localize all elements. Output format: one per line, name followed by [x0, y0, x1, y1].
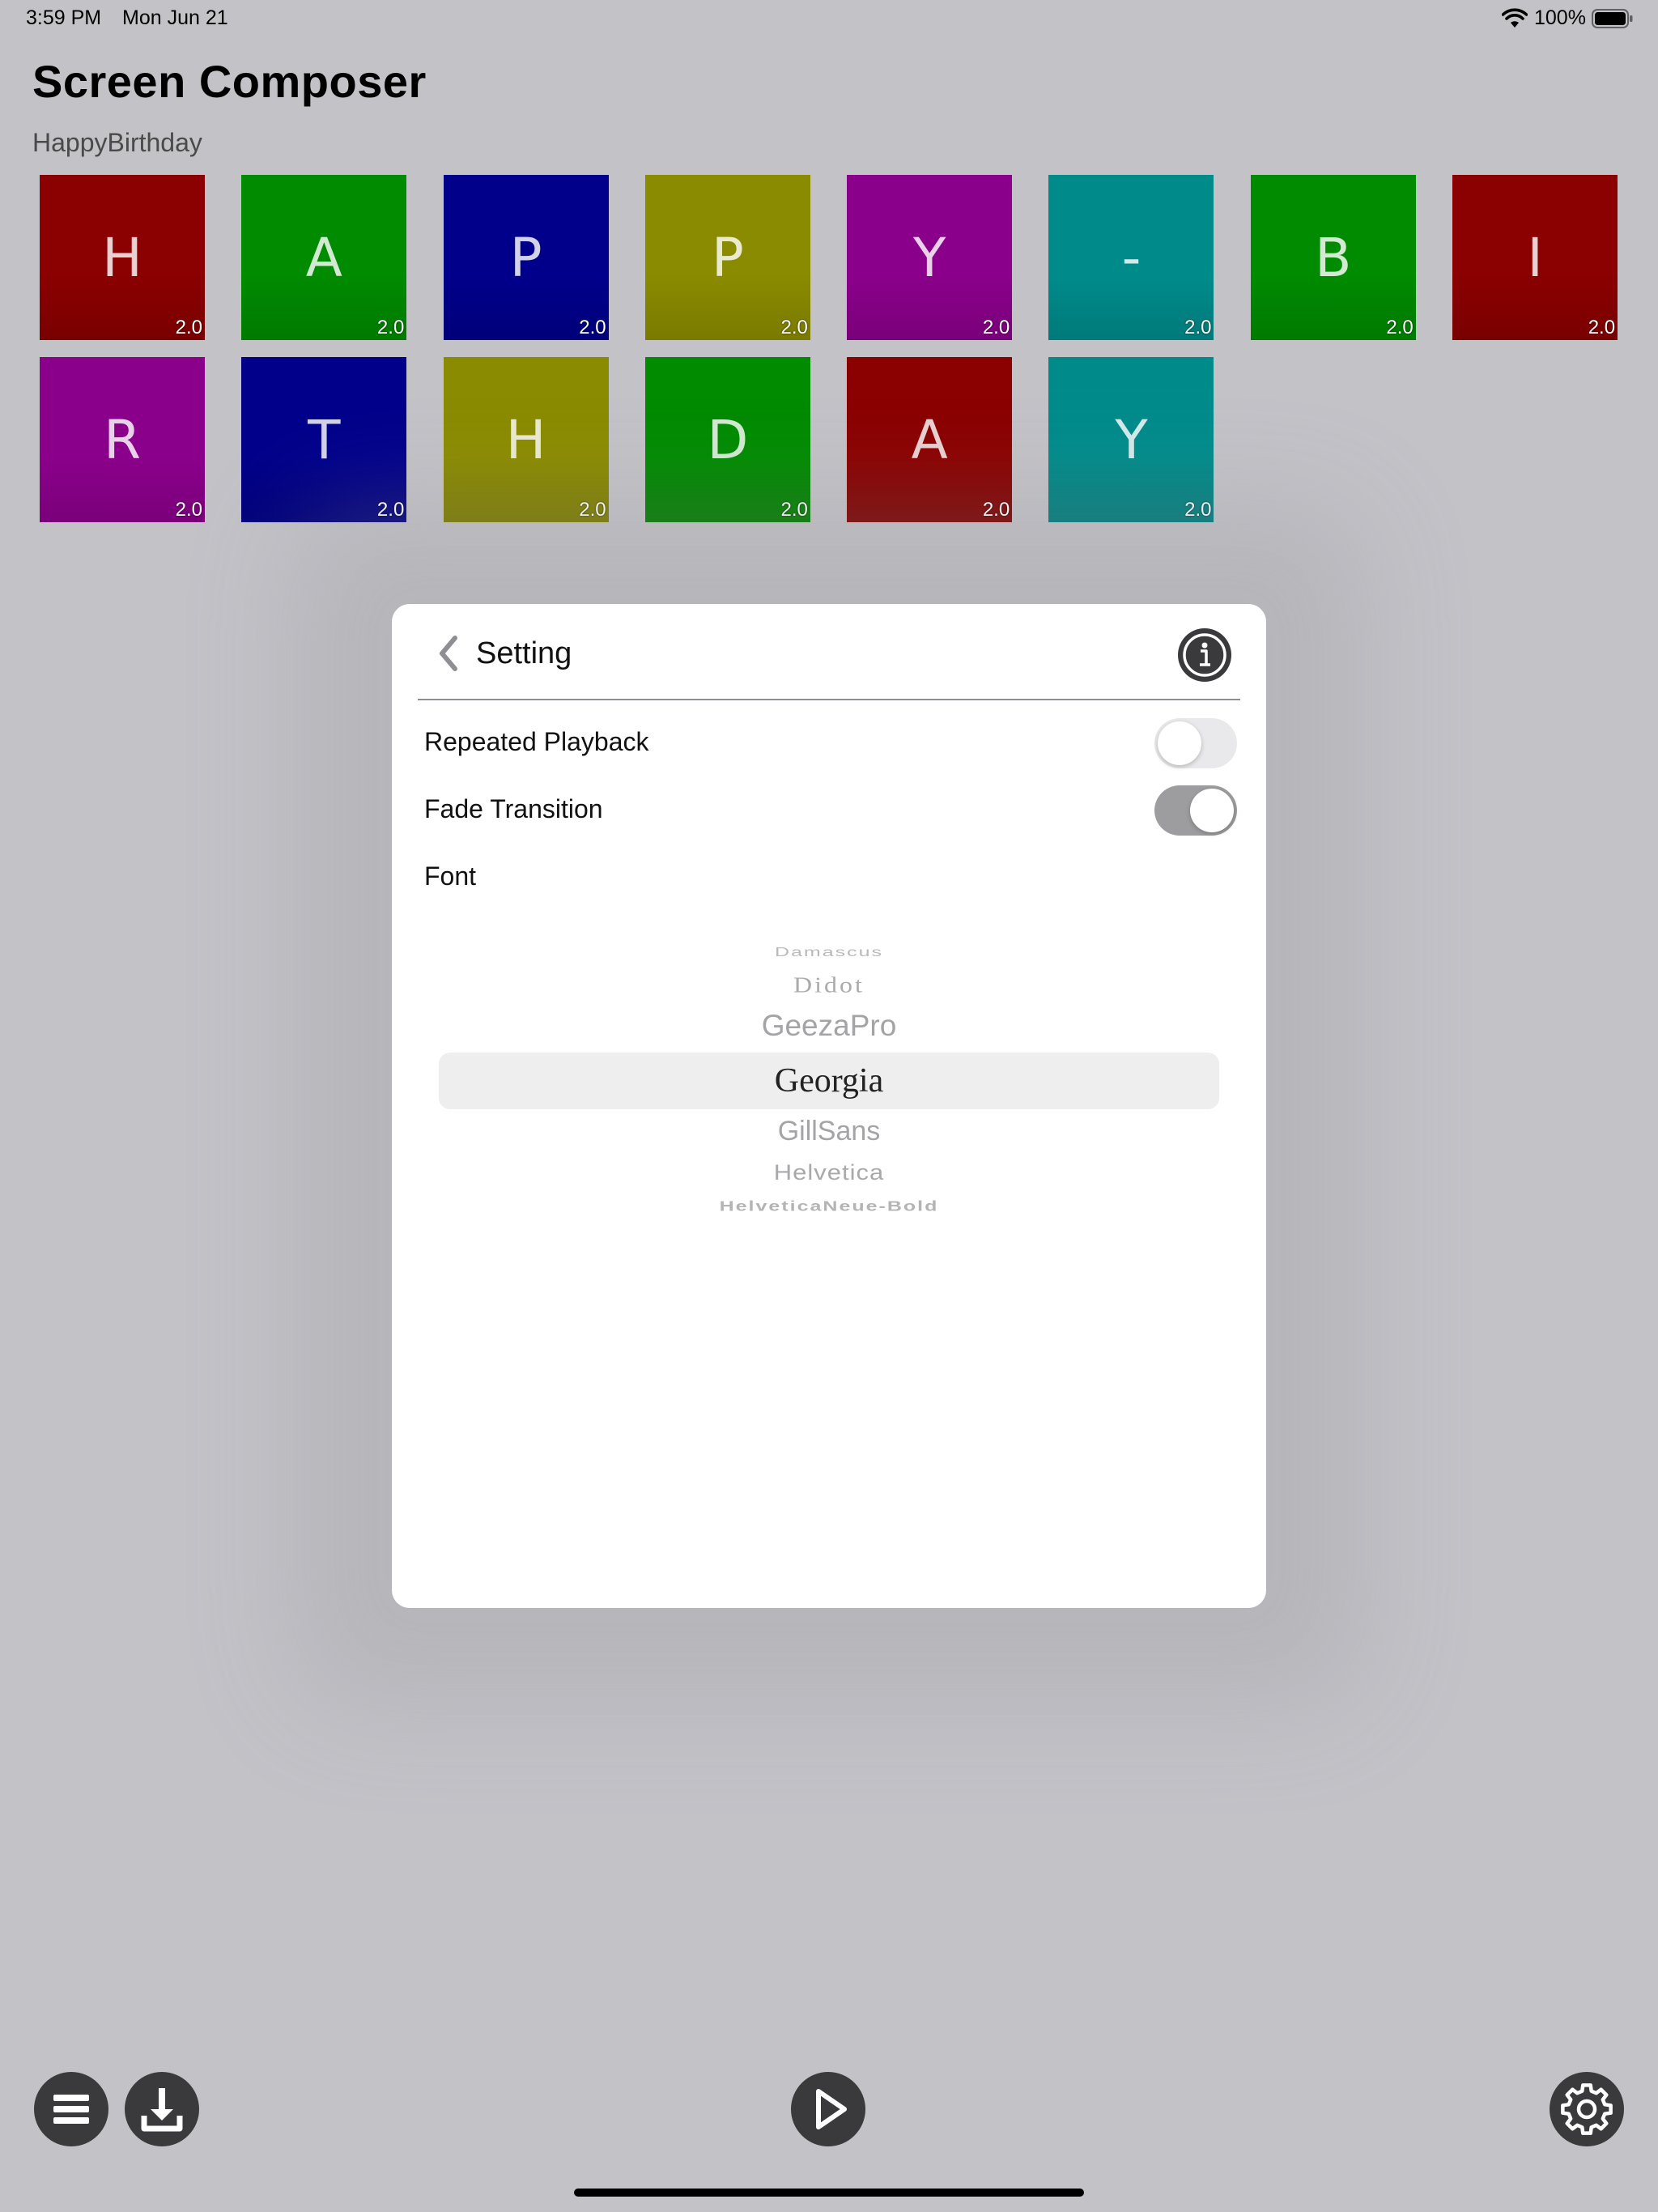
letter-tile[interactable]: P 2.0 [443, 175, 609, 340]
tile-duration: 2.0 [579, 499, 606, 521]
letter-tile[interactable]: Y 2.0 [847, 175, 1013, 340]
battery-percent: 100% [1534, 6, 1586, 29]
settings-panel: Setting Repeated Playback Fade Transitio… [392, 604, 1266, 1608]
font-option-georgia[interactable]: Georgia [392, 1061, 1266, 1100]
download-icon[interactable] [125, 2072, 199, 2146]
menu-icon[interactable] [34, 2072, 108, 2146]
status-time: 3:59 PM [26, 6, 102, 29]
panel-title: Setting [476, 636, 572, 670]
tile-duration: 2.0 [175, 317, 202, 338]
tile-letter: B [1315, 226, 1352, 289]
tile-duration: 2.0 [175, 499, 202, 521]
play-icon[interactable] [791, 2072, 865, 2146]
tile-letter: H [102, 226, 142, 289]
tile-grid: H 2.0 A 2.0 P 2.0 P 2.0 Y 2.0 - 2.0 B 2.0 I 2.0 R 2.0 T 2.0… [40, 175, 1620, 522]
letter-tile[interactable]: Y 2.0 [1048, 357, 1214, 522]
tile-letter: Y [913, 226, 946, 289]
home-indicator [574, 2189, 1084, 2197]
tile-letter: T [308, 408, 341, 471]
toggle-knob [1158, 721, 1201, 765]
tile-duration: 2.0 [1588, 317, 1616, 338]
letter-tile[interactable]: A 2.0 [847, 357, 1013, 522]
letter-tile[interactable]: A 2.0 [241, 175, 407, 340]
tile-duration: 2.0 [376, 317, 405, 338]
font-option-damascus[interactable]: Damascus [392, 946, 1266, 960]
gear-icon[interactable] [1550, 2072, 1624, 2146]
letter-tile[interactable]: - 2.0 [1048, 175, 1214, 340]
tile-duration: 2.0 [1184, 317, 1212, 338]
tile-duration: 2.0 [780, 499, 808, 521]
font-label: Font [424, 861, 477, 891]
info-icon[interactable] [1176, 627, 1233, 683]
letter-tile[interactable]: I 2.0 [1452, 175, 1618, 340]
fade-transition-toggle[interactable] [1154, 785, 1237, 836]
fade-transition-label: Fade Transition [424, 794, 603, 823]
repeated-playback-label: Repeated Playback [424, 727, 649, 756]
tile-duration: 2.0 [780, 317, 808, 338]
letter-tile[interactable]: H 2.0 [443, 357, 609, 522]
font-option-helvetica[interactable]: Helvetica [392, 1159, 1266, 1185]
letter-tile[interactable]: R 2.0 [40, 357, 205, 522]
tile-letter: P [509, 226, 542, 289]
font-option-geezapro[interactable]: GeezaPro [392, 1009, 1266, 1043]
tile-duration: 2.0 [579, 317, 606, 338]
tile-letter: Y [1115, 408, 1148, 471]
font-option-didot[interactable]: Didot [392, 972, 1266, 998]
font-option-gillsans[interactable]: GillSans [392, 1116, 1266, 1147]
tile-letter: - [1121, 226, 1141, 289]
tile-duration: 2.0 [982, 317, 1010, 338]
tile-letter: A [911, 408, 948, 471]
font-option-helveticaneue-bold[interactable]: HelveticaNeue-Bold [392, 1198, 1266, 1214]
battery-icon [1592, 9, 1633, 28]
tile-letter: D [707, 408, 749, 471]
tile-letter: R [104, 408, 141, 471]
app-title: Screen Composer [32, 56, 427, 107]
tile-letter: H [505, 408, 546, 471]
toggle-knob [1190, 789, 1234, 832]
letter-tile[interactable]: P 2.0 [644, 175, 810, 340]
tile-letter: A [305, 226, 342, 289]
tile-letter: P [711, 226, 744, 289]
status-bar: 3:59 PM Mon Jun 21 100% [0, 0, 1658, 39]
repeated-playback-toggle[interactable] [1154, 718, 1237, 768]
chevron-left-icon[interactable] [436, 633, 460, 674]
letter-tile[interactable]: H 2.0 [40, 175, 205, 340]
wifi-icon [1502, 8, 1528, 28]
tile-duration: 2.0 [982, 499, 1010, 521]
project-name[interactable]: HappyBirthday [32, 128, 202, 158]
tile-duration: 2.0 [1184, 499, 1212, 521]
letter-tile[interactable]: T 2.0 [241, 357, 407, 522]
letter-tile[interactable]: D 2.0 [644, 357, 810, 522]
tile-letter: I [1527, 226, 1543, 289]
tile-duration: 2.0 [376, 499, 405, 521]
letter-tile[interactable]: B 2.0 [1250, 175, 1416, 340]
tile-duration: 2.0 [1386, 317, 1414, 338]
panel-divider [418, 699, 1240, 700]
status-date: Mon Jun 21 [122, 6, 228, 29]
